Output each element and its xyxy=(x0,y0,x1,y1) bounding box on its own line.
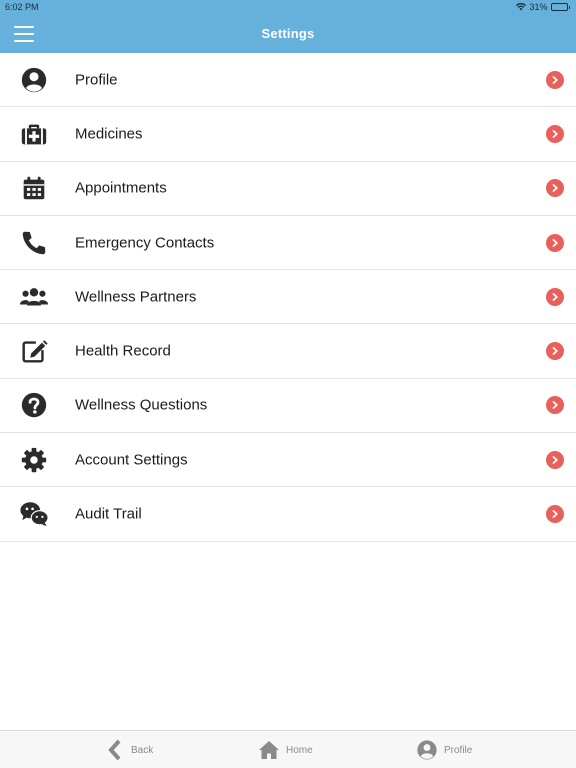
status-bar: 6:02 PM 31% xyxy=(0,0,576,14)
settings-item-label: Wellness Questions xyxy=(75,396,208,414)
settings-list: Profile Medicines Appointments Emergency… xyxy=(0,53,576,542)
chevron-right-icon xyxy=(546,233,564,252)
settings-item-audit-trail[interactable]: Audit Trail xyxy=(0,487,576,542)
settings-item-label: Health Record xyxy=(75,342,171,360)
settings-item-emergency-contacts[interactable]: Emergency Contacts xyxy=(0,216,576,271)
chat-bubbles-icon xyxy=(17,499,50,529)
tab-home-label: Home xyxy=(286,744,313,756)
tab-back[interactable]: Back xyxy=(107,731,153,768)
settings-item-label: Medicines xyxy=(75,125,143,143)
settings-item-label: Appointments xyxy=(75,179,167,197)
page-title: Settings xyxy=(261,26,315,41)
phone-icon xyxy=(17,228,50,258)
medical-kit-icon xyxy=(17,119,50,149)
bottom-tab-bar: Back Home Profile xyxy=(0,730,576,768)
settings-item-label: Audit Trail xyxy=(75,505,142,523)
user-circle-icon xyxy=(17,65,50,95)
chevron-right-icon xyxy=(546,70,564,89)
calendar-icon xyxy=(17,173,50,203)
settings-item-account-settings[interactable]: Account Settings xyxy=(0,433,576,488)
app-header: 6:02 PM 31% Settings xyxy=(0,0,576,53)
question-circle-icon xyxy=(17,390,50,420)
battery-icon xyxy=(550,3,570,11)
chevron-right-icon xyxy=(546,342,564,361)
tab-profile[interactable]: Profile xyxy=(416,731,472,768)
users-group-icon xyxy=(17,282,50,312)
chevron-right-icon xyxy=(546,124,564,143)
home-icon xyxy=(259,741,279,759)
tab-home[interactable]: Home xyxy=(258,731,313,768)
chevron-right-icon xyxy=(546,287,564,306)
chevron-right-icon xyxy=(546,396,564,415)
settings-item-label: Profile xyxy=(75,71,118,89)
chevron-right-icon xyxy=(546,505,564,524)
settings-item-label: Emergency Contacts xyxy=(75,234,215,252)
chevron-right-icon xyxy=(546,450,564,469)
wifi-icon xyxy=(516,3,527,11)
tab-back-label: Back xyxy=(131,744,154,756)
settings-item-profile[interactable]: Profile xyxy=(0,53,576,108)
edit-note-icon xyxy=(17,336,50,366)
user-circle-icon xyxy=(417,740,437,760)
settings-item-appointments[interactable]: Appointments xyxy=(0,162,576,216)
settings-item-medicines[interactable]: Medicines xyxy=(0,107,576,162)
status-indicators: 31% xyxy=(516,2,570,12)
settings-item-label: Wellness Partners xyxy=(75,288,197,306)
settings-item-wellness-questions[interactable]: Wellness Questions xyxy=(0,379,576,434)
settings-item-wellness-partners[interactable]: Wellness Partners xyxy=(0,270,576,325)
tab-profile-label: Profile xyxy=(444,744,473,756)
battery-percent: 31% xyxy=(529,2,548,12)
back-chevron-icon xyxy=(108,739,121,761)
settings-item-label: Account Settings xyxy=(75,451,188,469)
gear-icon xyxy=(17,445,50,475)
chevron-right-icon xyxy=(546,179,564,198)
settings-item-health-record[interactable]: Health Record xyxy=(0,324,576,379)
status-time: 6:02 PM xyxy=(5,2,39,12)
